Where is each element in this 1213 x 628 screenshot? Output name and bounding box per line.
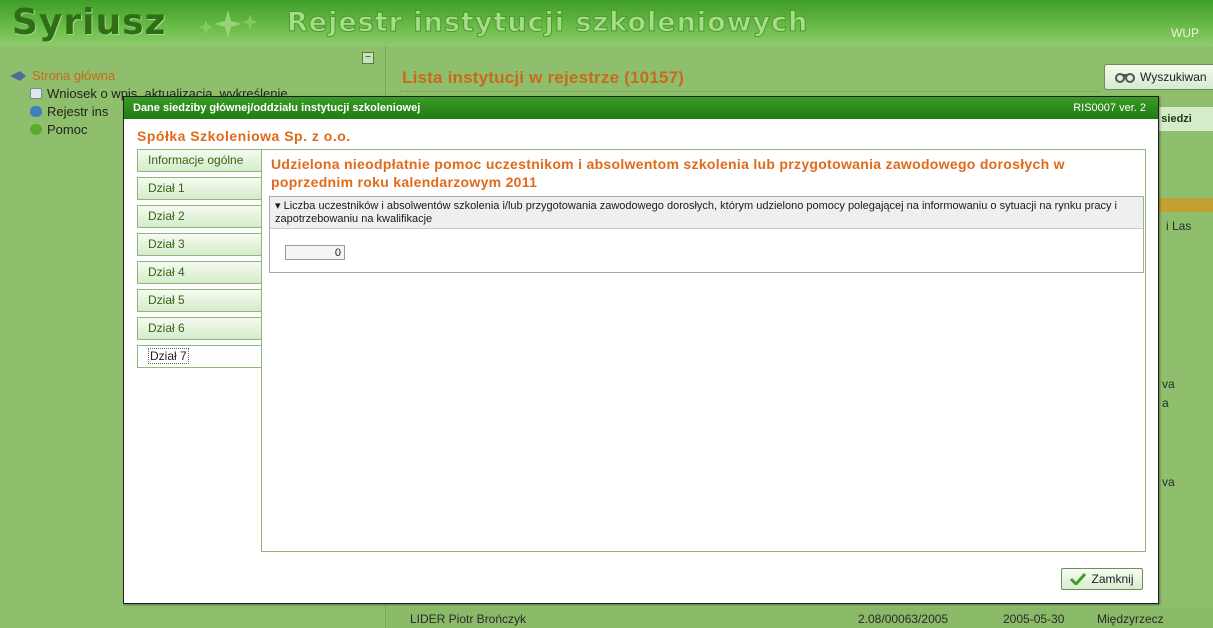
- table-cell-date: 2005-05-30: [1003, 612, 1065, 626]
- table-cell-name: LIDER Piotr Brończyk: [410, 612, 527, 626]
- sidebar-item-help[interactable]: Pomoc: [30, 122, 87, 137]
- search-button[interactable]: Wyszukiwan: [1104, 64, 1213, 90]
- sidebar-item-home[interactable]: Strona główna: [10, 68, 115, 83]
- company-name: Spółka Szkoleniowa Sp. z o.o.: [137, 128, 351, 144]
- expand-triangle-icon: ▾: [275, 200, 281, 212]
- checkmark-icon: [1070, 573, 1087, 585]
- modal-titlebar[interactable]: Dane siedziby głównej/oddziału instytucj…: [124, 97, 1158, 119]
- logo-sparkle-icon: [199, 10, 258, 38]
- app-logo: Syriusz: [12, 2, 167, 43]
- table-cell: va: [1162, 475, 1175, 489]
- table-cell: i Las: [1166, 219, 1192, 233]
- register-db-icon: [30, 106, 42, 117]
- table-cell: va: [1162, 377, 1175, 391]
- app-title: Rejestr instytucji szkoleniowych: [286, 7, 809, 39]
- form-version-label: RIS0007 ver. 2: [1073, 102, 1146, 114]
- tab-section-7-label: Dział 7: [148, 348, 189, 364]
- binoculars-icon: [1115, 73, 1135, 83]
- section-title: Udzielona nieodpłatnie pomoc uczestnikom…: [271, 156, 1065, 190]
- org-label: WUP: [1171, 26, 1199, 40]
- app-header: Syriusz Rejestr instytucji szkoleniowych…: [0, 0, 1213, 46]
- close-button-label: Zamknij: [1091, 572, 1134, 586]
- table-cell-number: 2.08/00063/2005: [858, 612, 949, 626]
- table-cell: a: [1162, 396, 1169, 410]
- search-button-label: Wyszukiwan: [1140, 70, 1207, 84]
- tab-section-5[interactable]: Dział 5: [137, 289, 262, 312]
- divider: [400, 91, 1100, 92]
- tab-general-info[interactable]: Informacje ogólne: [137, 149, 262, 172]
- close-button[interactable]: Zamknij: [1061, 568, 1143, 590]
- form-edit-icon: [30, 88, 42, 99]
- tab-content-panel: Udzielona nieodpłatnie pomoc uczestnikom…: [261, 149, 1146, 552]
- modal-dialog: Dane siedziby głównej/oddziału instytucj…: [123, 96, 1159, 604]
- field-group: ▾ Liczba uczestników i absolwentów szkol…: [269, 196, 1144, 273]
- field-label-text: Liczba uczestników i absolwentów szkolen…: [275, 200, 1117, 225]
- tab-section-4[interactable]: Dział 4: [137, 261, 262, 284]
- sidebar-item-label: Rejestr ins: [47, 104, 109, 119]
- sidebar-item-label: Strona główna: [32, 68, 116, 83]
- tab-section-3[interactable]: Dział 3: [137, 233, 262, 256]
- tab-section-2[interactable]: Dział 2: [137, 205, 262, 228]
- tab-list: Informacje ogólne Dział 1 Dział 2 Dział …: [137, 149, 263, 373]
- help-icon: [30, 124, 42, 135]
- tab-section-7[interactable]: Dział 7: [137, 345, 263, 368]
- tab-section-6[interactable]: Dział 6: [137, 317, 262, 340]
- table-cell-city: Międzyrzecz: [1097, 612, 1164, 626]
- tab-section-1[interactable]: Dział 1: [137, 177, 262, 200]
- modal-title: Dane siedziby głównej/oddziału instytucj…: [133, 102, 421, 114]
- list-title: Lista instytucji w rejestrze (10157): [402, 68, 685, 87]
- participants-count-input[interactable]: [285, 245, 345, 260]
- field-label[interactable]: ▾ Liczba uczestników i absolwentów szkol…: [270, 197, 1143, 229]
- sidebar-item-register[interactable]: Rejestr ins: [30, 104, 108, 119]
- collapse-icon[interactable]: −: [362, 52, 374, 64]
- sidebar-item-label: Pomoc: [47, 122, 88, 137]
- tree-arrow-icon: [10, 70, 26, 81]
